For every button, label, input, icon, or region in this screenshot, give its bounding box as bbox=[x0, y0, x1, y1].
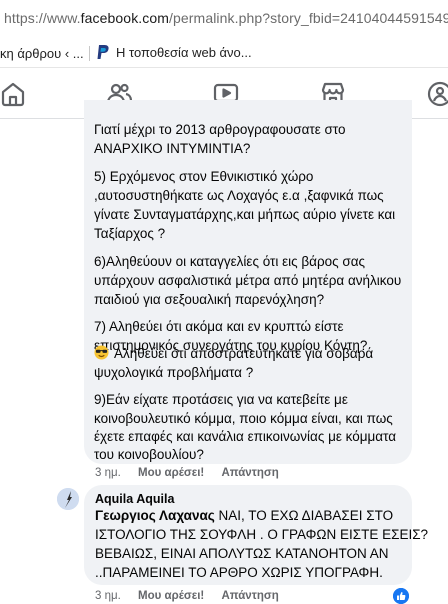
comment-line: 5) Ερχόμενος στον Εθνικιστικό χώρο bbox=[94, 169, 314, 184]
comment-line: ,αυτοσυστηθήκατε ως Λοχαγός ε.α ,ξαφνικά… bbox=[94, 188, 384, 203]
comment-line: 7) Αληθεύει ότι ακόμα και εν κρυπτώ είστ… bbox=[94, 319, 344, 334]
comment-line: έχετε επαφές και κανάλια επικοινωνίας με… bbox=[94, 429, 397, 444]
paypal-icon bbox=[96, 44, 110, 60]
comment-line-text: ΝΑΙ, ΤΟ ΕΧΩ ΔΙΑΒΑΣΕΙ ΣΤΟ bbox=[214, 508, 394, 523]
comment-line: Γιατί μέχρι το 2013 αρθρογραφουσατε στο bbox=[94, 122, 346, 137]
bookmark-item-article[interactable]: κη άρθρου ‹ ... bbox=[0, 46, 84, 61]
comment-line: κοινοβουλευτικό κόμμα, ποιο κόμμα είναι,… bbox=[94, 411, 393, 426]
comment-line: παιδιού για σεξουαλική παρενόχληση? bbox=[94, 292, 325, 307]
comment-line: 6)Αληθεύουν οι καταγγελίες ότι εις βάρος… bbox=[94, 254, 366, 269]
comment-line: υπάρχουν ασφαλιστικά μέτρα από μητέρα αν… bbox=[94, 273, 402, 288]
like-reaction-icon[interactable] bbox=[393, 588, 409, 604]
home-icon[interactable] bbox=[0, 81, 26, 107]
bookmarks-bar: κη άρθρου ‹ ... Η τοποθεσία web άνο... bbox=[0, 38, 448, 68]
comment-line: γίνατε Συνταγματάρχης,και μήπως αύριο γί… bbox=[94, 207, 396, 222]
url-prefix: https://www. bbox=[4, 10, 81, 26]
comment-line: ΑΝΑΡΧΙΚΟ ΙΝΤΥΜΙΝΤΙΑ? bbox=[94, 141, 251, 156]
url-path: /permalink.php?story_fbid=24104044591549… bbox=[169, 10, 448, 26]
comment-author[interactable]: Aquila Aquila bbox=[95, 492, 174, 506]
url-domain: facebook.com bbox=[80, 10, 170, 26]
comment-line: Ταξίαρχος ? bbox=[94, 226, 166, 241]
url-text[interactable]: https://www.facebook.com/permalink.php?s… bbox=[4, 10, 448, 26]
like-button[interactable]: Μου αρέσει! bbox=[138, 590, 204, 602]
comment-time[interactable]: 3 ημ. bbox=[95, 467, 121, 479]
reply-button[interactable]: Απάντηση bbox=[221, 467, 278, 479]
like-button[interactable]: Μου αρέσει! bbox=[138, 467, 204, 479]
comment-meta: 3 ημ. Μου αρέσει! Απάντηση bbox=[95, 467, 279, 479]
url-bar[interactable]: https://www.facebook.com/permalink.php?s… bbox=[0, 0, 448, 38]
comment-line: ΒΕΒΑΙΩΣ, ΕΙΝΑΙ ΑΠΟΛΥΤΩΣ ΚΑΤΑΝΟΗΤΟΝ ΑΝ bbox=[95, 546, 389, 561]
comment-line-first: Γεωργιος Λαχανας ΝΑΙ, ΤΟ ΕΧΩ ΔΙΑΒΑΣΕΙ ΣΤ… bbox=[95, 507, 393, 526]
comment-line-with-emoji: Αληθεύει ότι αποστρατευτηκατε για σοβαρά bbox=[94, 345, 373, 364]
sunglasses-emoji-icon bbox=[94, 345, 109, 360]
comment-line: 9)Εάν είχατε προτάσεις για να κατεβείτε … bbox=[94, 392, 348, 407]
comment-line: του κοινοβουλίου? bbox=[94, 447, 204, 462]
bookmark-label: Η τοποθεσία web άνο... bbox=[116, 44, 252, 60]
reply-button[interactable]: Απάντηση bbox=[221, 590, 278, 602]
avatar[interactable] bbox=[57, 488, 79, 510]
comment-line: ..ΠΑΡΑΜΕΙΝΕΙ ΤΟ ΑΡΘΡΟ ΧΩΡΙΣ ΥΠΟΓΡΑΦΗ. bbox=[95, 565, 383, 580]
comment-line-text: Αληθεύει ότι αποστρατευτηκατε για σοβαρά bbox=[114, 346, 374, 361]
comment-time[interactable]: 3 ημ. bbox=[95, 590, 121, 602]
groups-icon[interactable] bbox=[427, 81, 448, 107]
bookmark-item-website[interactable]: Η τοποθεσία web άνο... bbox=[96, 44, 252, 60]
bookmark-divider bbox=[89, 46, 90, 61]
comment-line: ψυχολογικά προβλήματα ? bbox=[94, 365, 254, 380]
tagged-user-link[interactable]: Γεωργιος Λαχανας bbox=[95, 508, 215, 523]
comment-meta: 3 ημ. Μου αρέσει! Απάντηση bbox=[95, 590, 279, 602]
comment-line: ΙΣΤΟΛΟΓΙΟ ΤΗΣ ΣΟΥΦΛΗ . Ο ΓΡΑΦΩΝ ΕΙΣΤΕ ΕΣ… bbox=[95, 527, 429, 542]
